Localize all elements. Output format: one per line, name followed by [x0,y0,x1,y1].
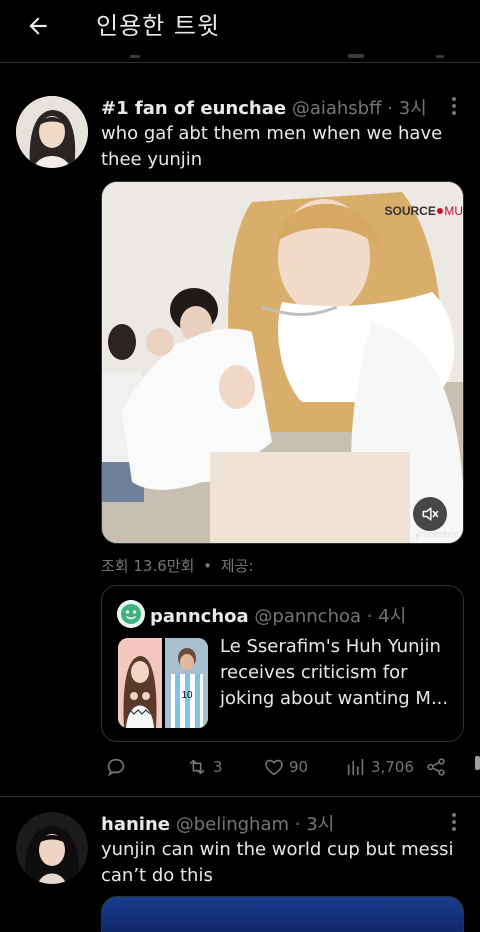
source-music-logo: SOURCE●MU [384,202,463,218]
divider [0,796,480,797]
like-button[interactable]: 90 [263,756,308,778]
author-name[interactable]: #1 fan of eunchae [101,98,286,119]
back-button[interactable] [20,8,56,44]
tweet-time[interactable]: 3시 [399,98,427,119]
separator-dot: · [387,98,393,119]
avatar-photo [16,812,88,884]
author-handle[interactable]: @aiahsbff [292,98,382,119]
quoted-tweet[interactable]: pannchoa @pannchoa · 4시 10 Le Sserafim's… [101,585,464,742]
mute-icon [422,507,439,521]
tweet-header: hanine @belingham · 3시 [101,814,335,835]
share-icon [427,758,445,776]
quote-header: pannchoa @pannchoa · 4시 [150,606,407,627]
quote-thumbnail: 10 [118,638,208,728]
reply-icon [107,758,125,777]
share-button[interactable] [425,756,447,778]
author-handle[interactable]: @belingham [176,814,289,835]
tweet-time[interactable]: 3시 [306,814,334,835]
page-title: 인용한 트윗 [96,12,221,40]
divider [0,62,480,63]
more-icon [452,97,456,101]
view-count-line: 조회 13.6만회 • 제공: [101,557,254,575]
views-button[interactable]: 3,706 [345,756,414,778]
quote-time: 4시 [378,606,407,627]
tweet-actions: 3 90 3,706 [101,756,464,782]
back-arrow-icon [29,17,47,35]
like-count: 90 [289,758,309,776]
more-button[interactable] [444,94,464,118]
avatar-photo [16,96,88,168]
more-button[interactable] [444,810,464,834]
tweet-header: #1 fan of eunchae @aiahsbff · 3시 [101,94,427,120]
view-source-label: 제공: [220,557,254,575]
quote-text: Le Sserafim's Huh Yunjin receives critic… [220,636,449,709]
scrollbar-thumb[interactable] [475,756,480,770]
video-frame [102,182,463,543]
avatar[interactable] [16,96,88,168]
author-name[interactable]: hanine [101,814,170,835]
views-count: 3,706 [371,758,414,776]
mute-button[interactable] [413,497,447,531]
avatar[interactable] [16,812,88,884]
tweet-text: who gaf abt them men when we have thee y… [101,123,443,170]
quote-author-handle: @pannchoa [254,606,362,627]
svg-text:10: 10 [181,690,193,701]
view-count: 조회 13.6만회 [101,557,195,575]
watermark: ynjcentric [414,530,459,540]
retweet-count: 3 [213,758,223,776]
retweet-icon [189,759,205,775]
tweet-text: yunjin can win the world cup but messi c… [101,839,454,886]
tweet-media[interactable] [101,896,464,932]
like-icon [265,759,283,776]
header: 인용한 트윗 [0,0,480,62]
quote-author-name: pannchoa [150,606,249,627]
quote-avatar [117,600,145,628]
reply-button[interactable] [105,756,127,778]
more-icon [452,813,456,817]
views-icon [347,758,364,776]
tweet-video[interactable]: SOURCE●MU ynjcentric [101,181,464,544]
retweet-button[interactable]: 3 [185,756,223,778]
